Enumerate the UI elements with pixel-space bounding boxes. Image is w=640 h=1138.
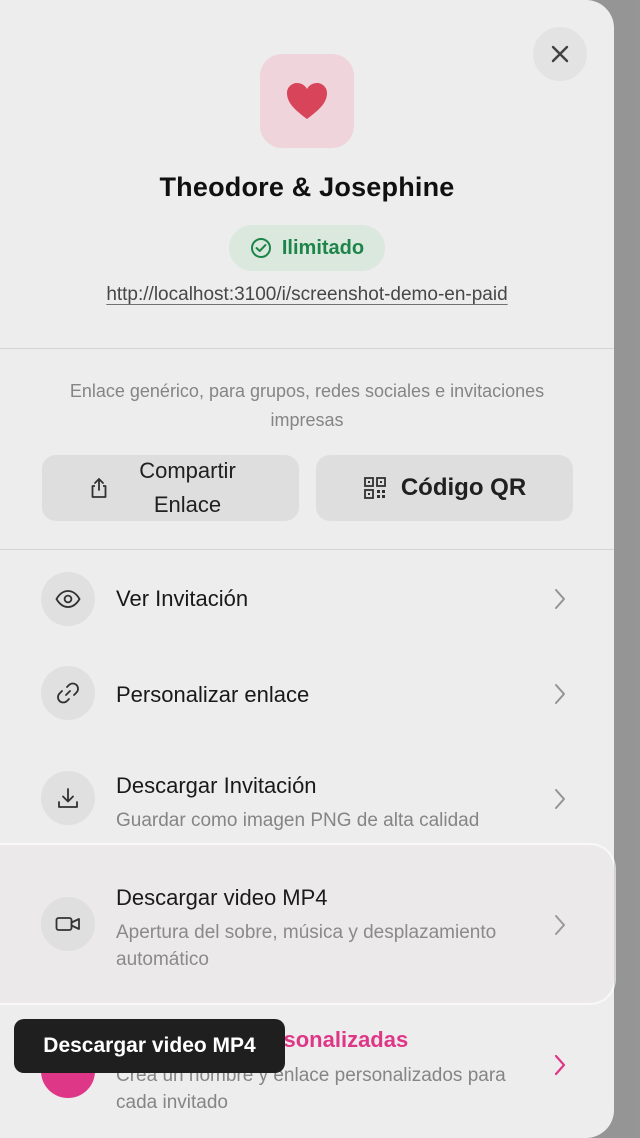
- close-icon: [551, 45, 569, 63]
- qr-code-button[interactable]: Código QR: [316, 455, 573, 521]
- heart-icon: [287, 83, 327, 119]
- qr-code-icon: [363, 477, 386, 499]
- row-title: Personalizar enlace: [116, 682, 310, 707]
- share-icon: [91, 478, 106, 498]
- row-icon-wrap: [41, 666, 95, 720]
- row-icon-wrap: [41, 572, 95, 626]
- chevron-right-icon: [555, 589, 565, 609]
- download-video-row[interactable]: Descargar video MP4 Apertura del sobre, …: [0, 845, 614, 1003]
- chevron-right-icon: [555, 789, 565, 809]
- divider: [0, 549, 614, 550]
- badge-label: Ilimitado: [281, 236, 365, 259]
- eye-icon: [55, 590, 81, 608]
- divider: [0, 348, 614, 349]
- share-link-label: Compartir Enlace: [139, 458, 236, 517]
- check-circle-icon: [250, 238, 271, 258]
- download-icon: [58, 788, 78, 808]
- share-description: Enlace genérico, para grupos, redes soci…: [69, 381, 545, 430]
- row-icon-wrap: [41, 897, 95, 951]
- invitation-url-link[interactable]: http://localhost:3100/i/screenshot-demo-…: [0, 284, 614, 306]
- status-badge: Ilimitado: [229, 225, 385, 271]
- row-title: Descargar Invitación: [116, 773, 317, 798]
- link-icon: [57, 682, 79, 704]
- view-invitation-row[interactable]: Ver Invitación: [0, 570, 614, 630]
- row-subtitle: Guardar como imagen PNG de alta calidad: [116, 810, 480, 831]
- chevron-right-icon: [554, 1054, 566, 1076]
- row-icon-wrap: [41, 771, 95, 825]
- customize-link-row[interactable]: Personalizar enlace: [0, 666, 614, 726]
- row-subtitle: Apertura del sobre, música y desplazamie…: [116, 922, 497, 970]
- qr-code-label: Código QR: [400, 474, 527, 501]
- share-link-button[interactable]: Compartir Enlace: [42, 455, 299, 521]
- chevron-right-icon: [555, 684, 565, 704]
- close-button[interactable]: [533, 27, 587, 81]
- row-title: Descargar video MP4: [116, 885, 328, 910]
- invitation-icon-tile: [260, 54, 354, 148]
- page-title: Theodore & Josephine: [159, 172, 455, 202]
- tooltip: Descargar video MP4: [14, 1019, 285, 1073]
- row-title: Ver Invitación: [116, 586, 249, 611]
- chevron-right-icon: [555, 915, 565, 935]
- video-camera-icon: [55, 917, 80, 931]
- download-invitation-row[interactable]: Descargar Invitación Guardar como imagen…: [0, 768, 614, 838]
